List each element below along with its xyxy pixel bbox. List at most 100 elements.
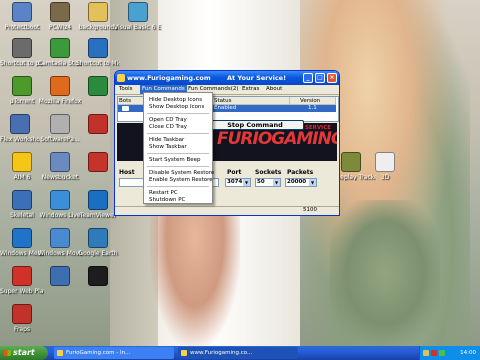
shortcut-icon <box>50 266 70 286</box>
menu-item-close-cd-tray[interactable]: Close CD Tray <box>149 124 187 130</box>
desktop-icon-visual-basic[interactable]: Visual Basic 6 Enterprise <box>114 2 162 31</box>
app-icon <box>88 114 108 134</box>
tray-icon[interactable] <box>423 350 429 356</box>
port-label: Port <box>227 169 242 176</box>
minimize-button[interactable]: _ <box>303 73 313 83</box>
desktop-icon-shortcut-microsoft[interactable]: Shortcut to Microsoft <box>76 38 120 67</box>
taskbar: start FurioGaming.com - In... www.Furiog… <box>0 346 480 360</box>
system-tray: 14:00 <box>419 346 480 360</box>
menu-item-open-cd-tray[interactable]: Open CD Tray <box>149 117 187 123</box>
camtasia-icon <box>50 38 70 58</box>
app-icon <box>117 74 125 82</box>
maximize-button[interactable]: □ <box>315 73 325 83</box>
fraps-icon <box>12 304 32 324</box>
close-button[interactable]: × <box>327 73 337 83</box>
status-bar: 5100 <box>115 206 339 215</box>
utorrent-icon <box>12 76 32 96</box>
desktop-icon-dark-shortcut[interactable] <box>76 266 120 288</box>
shortcut-icon <box>88 152 108 172</box>
fun-commands-dropdown: Hide Desktop Icons Show Desktop Icons Op… <box>143 92 214 204</box>
newsbucket-icon <box>50 152 70 172</box>
menu-separator <box>147 153 209 154</box>
desktop-icon-label: Mozilla Firefox <box>38 98 82 105</box>
wallpaper-cardigan <box>330 200 440 346</box>
sockets-label: Sockets <box>255 169 282 176</box>
menu-item-shutdown-pc[interactable]: Shutdown PC <box>149 197 185 203</box>
desktop-icon-label: SoftwarePa... <box>40 136 80 143</box>
movie-maker-icon <box>50 228 70 248</box>
document-icon <box>375 152 395 172</box>
window-title-tagline: At Your Service! <box>227 74 287 82</box>
windows-logo-icon <box>4 350 11 356</box>
host-label: Host <box>119 169 135 176</box>
gameplay-tracker-icon <box>341 152 361 172</box>
firefox-icon <box>50 76 70 96</box>
port-value: 3074 <box>227 179 243 185</box>
table-cell-version: 1.1 <box>308 105 317 111</box>
chevron-down-icon: ▼ <box>309 179 316 186</box>
taskbar-item-furiogaming-app[interactable]: www.Furiogaming.co... <box>178 347 298 359</box>
windows-live-icon <box>50 190 70 210</box>
port-select[interactable]: 3074 ▼ <box>225 178 251 187</box>
menu-item-disable-system-restore[interactable]: Disable System Restore <box>149 170 214 176</box>
desktop-icon-3d[interactable]: 3D <box>370 152 400 181</box>
menu-separator <box>147 113 209 114</box>
desktop-icon-label: Fraps <box>13 326 31 333</box>
sockets-select[interactable]: 50 ▼ <box>255 178 281 187</box>
tray-icon[interactable] <box>431 350 437 356</box>
desktop-icon-label: Flex Workshop Flex Editor <box>0 136 40 143</box>
checkbox-icon[interactable] <box>122 106 129 111</box>
chevron-down-icon: ▼ <box>243 179 250 186</box>
column-header-version[interactable]: Version <box>290 97 336 105</box>
menu-item-show-taskbar[interactable]: Show Taskbar <box>149 144 187 150</box>
desktop-icon-label: 3D <box>380 174 390 181</box>
start-button[interactable]: start <box>0 346 48 360</box>
super-icon <box>12 266 32 286</box>
tray-icon[interactable] <box>439 350 445 356</box>
teamviewer-icon <box>88 190 108 210</box>
menu-item-restart-pc[interactable]: Restart PC <box>149 190 178 196</box>
table-cell-status: Enabled <box>214 105 237 111</box>
skeletal-icon <box>12 190 32 210</box>
desktop-icon-flex-workshop[interactable]: Flex Workshop Flex Editor <box>0 114 40 143</box>
window-titlebar[interactable]: www.Furiogaming.com At Your Service! _ □… <box>115 71 339 85</box>
sockets-value: 50 <box>257 179 265 185</box>
packets-value: 20000 <box>287 179 307 185</box>
menu-item-hide-taskbar[interactable]: Hide Taskbar <box>149 137 184 143</box>
desktop: Protectboot PCWiz4 backgrounds Visual Ba… <box>0 0 480 346</box>
taskbar-item-furiogaming-browser[interactable]: FurioGaming.com - In... <box>54 347 174 359</box>
desktop-icon-fraps[interactable]: Fraps <box>0 304 44 333</box>
shortcut-icon <box>12 38 32 58</box>
app-icon <box>181 350 187 356</box>
stop-command-button[interactable]: Stop Command <box>206 120 304 130</box>
menu-tools[interactable]: Tools <box>119 86 133 92</box>
menu-extras[interactable]: Extras <box>242 86 259 92</box>
browser-icon <box>57 350 63 356</box>
clock[interactable]: 14:00 <box>460 350 476 356</box>
menu-separator <box>147 133 209 134</box>
desktop-icon-label: Google Earth <box>78 250 118 257</box>
taskbar-item-label: www.Furiogaming.co... <box>190 350 253 356</box>
shortcut-icon <box>88 266 108 286</box>
menu-separator <box>147 166 209 167</box>
menu-item-start-system-beep[interactable]: Start System Beep <box>149 157 200 163</box>
aim-icon <box>12 152 32 172</box>
chevron-down-icon: ▼ <box>273 179 280 186</box>
app-icon <box>88 76 108 96</box>
desktop-icon-label: Newsbucket <box>41 174 79 181</box>
menu-item-show-desktop-icons[interactable]: Show Desktop Icons <box>149 104 204 110</box>
desktop-icon-google-earth[interactable]: Google Earth <box>76 228 120 257</box>
taskbar-item-label: FurioGaming.com - In... <box>66 350 131 356</box>
packets-label: Packets <box>287 169 314 176</box>
lock-icon <box>50 114 70 134</box>
window-title: www.Furiogaming.com <box>127 74 211 82</box>
packets-select[interactable]: 20000 ▼ <box>285 178 317 187</box>
menu-item-hide-desktop-icons[interactable]: Hide Desktop Icons <box>149 97 202 103</box>
flex-editor-icon <box>10 114 30 134</box>
pcwiz-icon <box>50 2 70 22</box>
menu-about[interactable]: About <box>266 86 282 92</box>
visual-basic-icon <box>128 2 148 22</box>
start-label: start <box>13 348 35 357</box>
desktop-icon-label: Visual Basic 6 Enterprise <box>114 24 162 31</box>
menu-item-enable-system-restore[interactable]: Enable System Restore <box>149 177 213 183</box>
